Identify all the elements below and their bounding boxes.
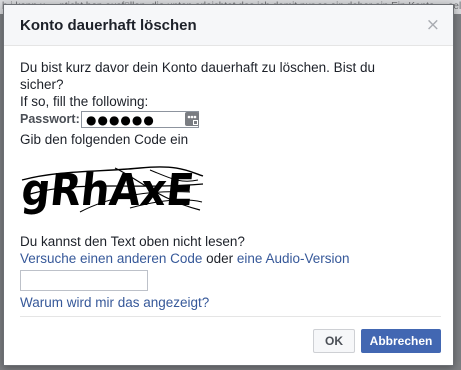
audio-version-link[interactable]: eine Audio-Version [237,251,350,266]
captcha-image: gRhAxE [19,165,204,216]
delete-account-dialog: Konto dauerhaft löschen × Du bist kurz d… [3,4,454,366]
dialog-body: Du bist kurz davor dein Konto dauerhaft … [19,59,410,311]
captcha-alternatives: Versuche einen anderen Code oder eine Au… [20,250,410,267]
captcha-question: Du kannst den Text oben nicht lesen? [20,234,245,249]
password-row: Passwort: [20,111,410,129]
why-shown-link[interactable]: Warum wird mir das angezeigt? [20,295,209,310]
or-text: oder [202,251,237,266]
captcha-label: Gib den folgenden Code ein [20,132,189,147]
password-field[interactable] [81,111,199,128]
password-label: Passwort: [20,112,80,126]
close-icon[interactable]: × [426,15,440,35]
try-other-code-link[interactable]: Versuche einen anderen Code [20,251,202,266]
dialog-footer: OK Abbrechen [20,316,441,365]
ok-button[interactable]: OK [313,329,355,353]
dialog-title: Konto dauerhaft löschen [20,17,197,34]
fill-prompt: If so, fill the following: [20,94,149,109]
intro-text: Du bist kurz davor dein Konto dauerhaft … [20,60,375,92]
password-manager-key-icon[interactable] [184,111,200,127]
cancel-button[interactable]: Abbrechen [361,329,441,353]
captcha-code-input[interactable] [20,270,148,291]
dialog-header: Konto dauerhaft löschen × [4,5,453,46]
